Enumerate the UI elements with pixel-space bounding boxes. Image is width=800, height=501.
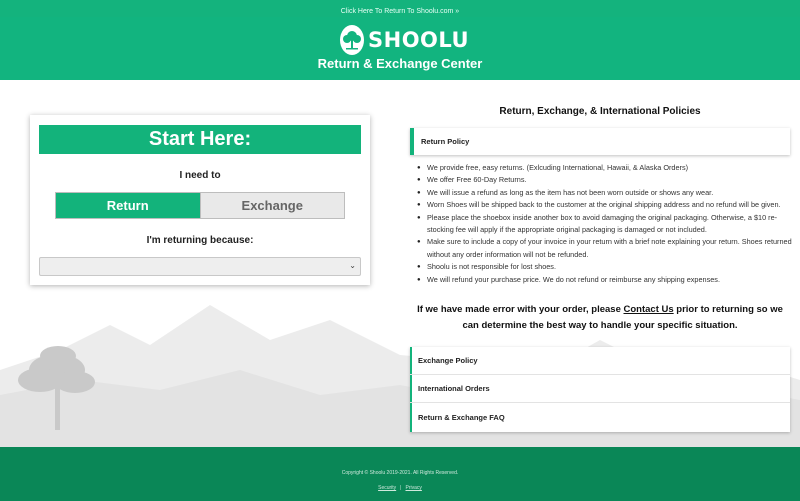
tree-icon bbox=[340, 25, 364, 55]
privacy-link[interactable]: Privacy bbox=[405, 485, 421, 491]
contact-us-link[interactable]: Contact Us bbox=[624, 304, 674, 315]
reason-select[interactable]: ⌄ bbox=[39, 257, 361, 276]
page-title: Return & Exchange Center bbox=[317, 56, 483, 71]
active-indicator bbox=[410, 128, 414, 155]
list-item: Shoolu is not responsible for lost shoes… bbox=[417, 261, 792, 274]
return-to-site-link[interactable]: Click Here To Return To Shoolu.com » bbox=[341, 8, 459, 15]
policies-title: Return, Exchange, & International Polici… bbox=[499, 106, 701, 117]
footer-divider: | bbox=[400, 485, 402, 491]
copyright-text: Copyright © Shoolu 2019-2021. All Rights… bbox=[341, 470, 459, 476]
list-item: We offer Free 60-Day Returns. bbox=[417, 174, 792, 187]
reason-label: I'm returning because: bbox=[146, 235, 254, 246]
chevron-down-icon: ⌄ bbox=[349, 261, 356, 270]
start-here-banner: Start Here: bbox=[39, 125, 361, 154]
footer-links: Security | Privacy bbox=[0, 485, 800, 491]
brand-name: SHOOLU bbox=[368, 28, 470, 52]
return-policy-list: We provide free, easy returns. (Exlcudin… bbox=[417, 162, 792, 286]
return-option-button[interactable]: Return bbox=[56, 193, 200, 218]
exchange-option-button[interactable]: Exchange bbox=[199, 193, 344, 218]
list-item: Please place the shoebox inside another … bbox=[417, 212, 792, 237]
list-item: We will issue a refund as long as the it… bbox=[417, 187, 792, 200]
policy-accordion: Exchange Policy International Orders Ret… bbox=[410, 347, 790, 432]
top-bar: Click Here To Return To Shoolu.com » bbox=[0, 0, 800, 17]
return-policy-header[interactable]: Return Policy bbox=[410, 128, 790, 155]
return-exchange-toggle: Return Exchange bbox=[55, 192, 345, 219]
list-item: We provide free, easy returns. (Exlcudin… bbox=[417, 162, 792, 175]
logo[interactable]: SHOOLU bbox=[340, 24, 469, 56]
need-label: I need to bbox=[179, 170, 221, 181]
list-item: Worn Shoes will be shipped back to the c… bbox=[417, 199, 792, 212]
contact-note-before: If we have made error with your order, p… bbox=[417, 304, 621, 315]
footer: Copyright © Shoolu 2019-2021. All Rights… bbox=[0, 447, 800, 501]
list-item: We will refund your purchase price. We d… bbox=[417, 274, 792, 287]
international-orders-header[interactable]: International Orders bbox=[410, 375, 790, 403]
faq-header[interactable]: Return & Exchange FAQ bbox=[410, 403, 790, 431]
header: SHOOLU Return & Exchange Center bbox=[0, 17, 800, 80]
return-policy-label: Return Policy bbox=[421, 137, 470, 146]
start-here-card: Start Here: I need to Return Exchange I'… bbox=[30, 115, 370, 285]
exchange-policy-header[interactable]: Exchange Policy bbox=[410, 347, 790, 375]
list-item: Make sure to include a copy of your invo… bbox=[417, 236, 792, 261]
security-link[interactable]: Security bbox=[378, 485, 396, 491]
contact-note: If we have made error with your order, p… bbox=[410, 302, 790, 334]
